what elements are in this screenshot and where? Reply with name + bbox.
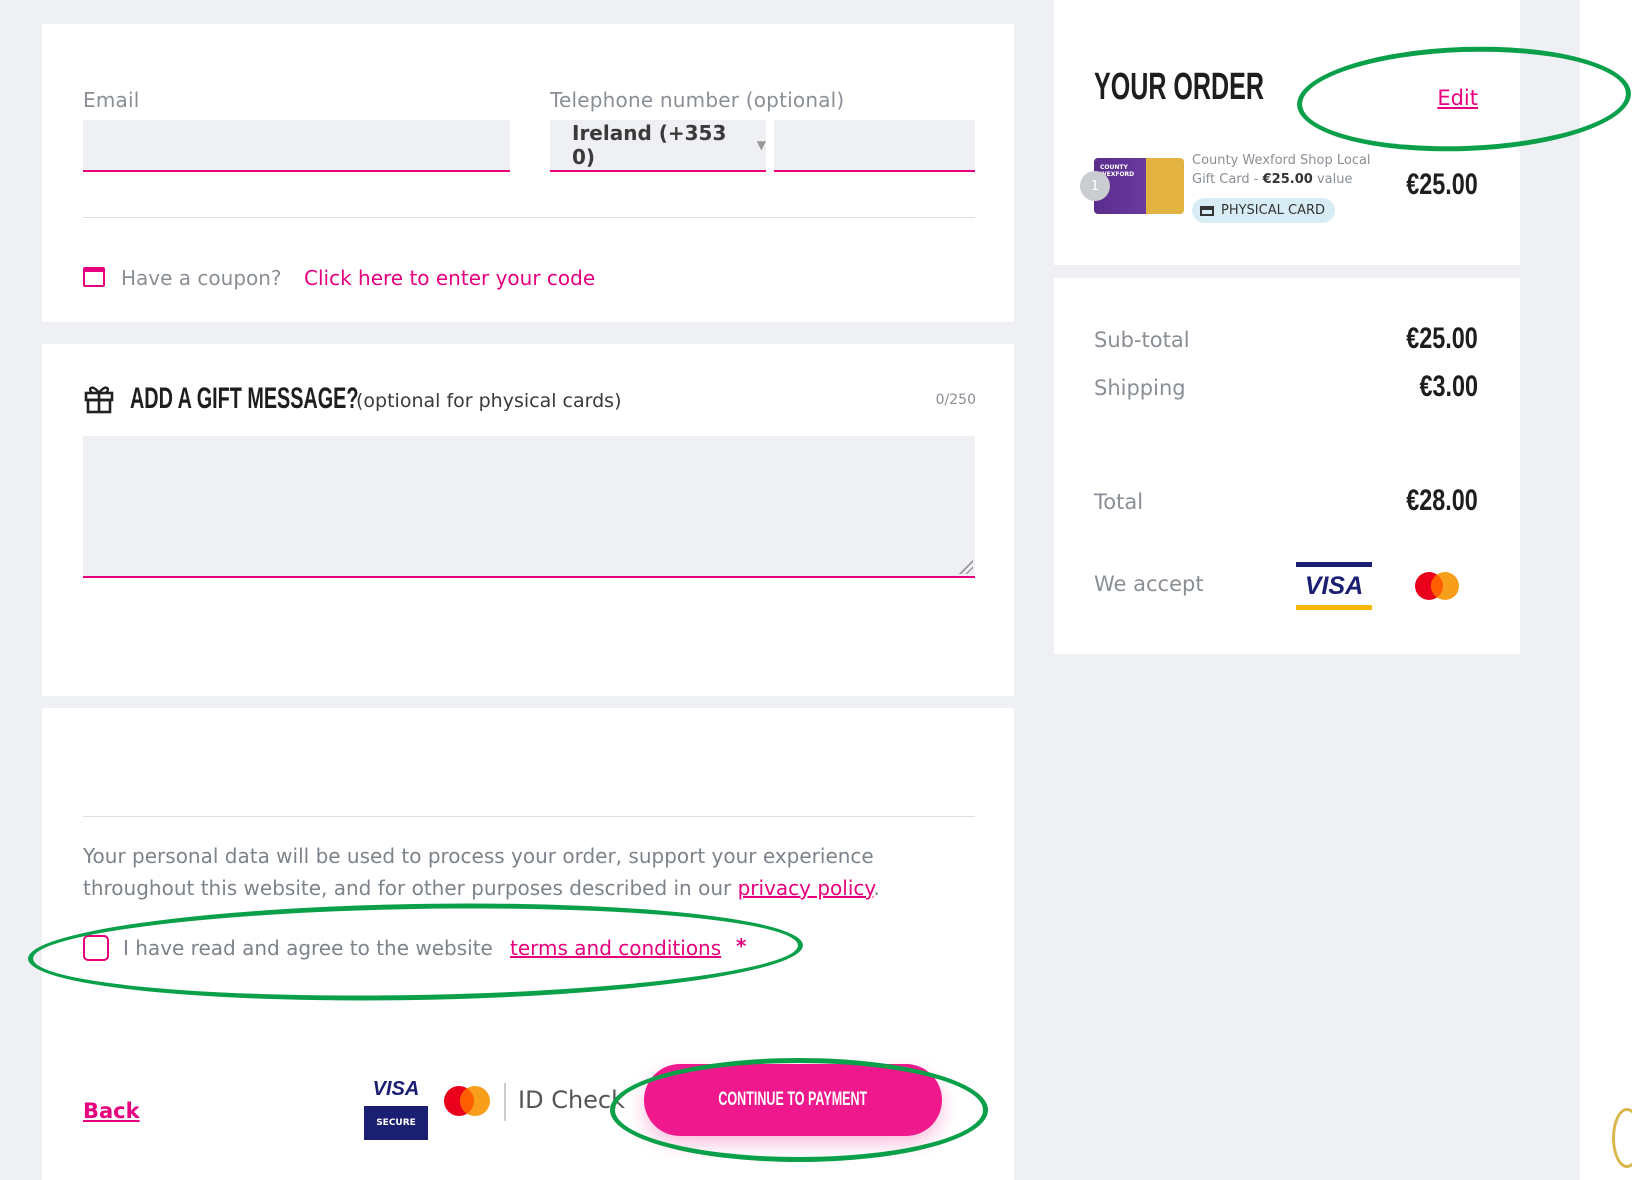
gift-icon <box>84 386 114 414</box>
total-label: Total <box>1094 490 1144 514</box>
terms-text: I have read and agree to the website <box>123 936 493 960</box>
quantity-badge: 1 <box>1080 171 1110 201</box>
terms-checkbox[interactable] <box>83 935 109 961</box>
continue-button-label: CONTINUE TO PAYMENT <box>718 1089 868 1110</box>
coupon-link[interactable]: Click here to enter your code <box>304 266 595 290</box>
id-check-label: ID Check <box>518 1086 626 1114</box>
item-price: €25.00 <box>1406 168 1478 201</box>
accept-label: We accept <box>1094 572 1204 596</box>
shipping-label: Shipping <box>1094 376 1186 400</box>
visa-secure-logo: VISA SECURE <box>364 1078 428 1140</box>
divider <box>83 217 975 218</box>
order-title: YOUR ORDER <box>1094 66 1265 108</box>
privacy-policy-link[interactable]: privacy policy <box>738 876 874 900</box>
coupon-icon <box>83 267 105 287</box>
character-counter: 0/250 <box>935 392 976 408</box>
phone-input[interactable] <box>774 120 975 172</box>
continue-to-payment-button[interactable]: CONTINUE TO PAYMENT <box>644 1064 942 1136</box>
card-icon <box>1200 205 1214 216</box>
edit-order-link[interactable]: Edit <box>1437 86 1478 110</box>
visa-logo: VISA <box>1296 562 1372 610</box>
physical-card-badge: PHYSICAL CARD <box>1192 198 1335 223</box>
divider <box>83 816 975 817</box>
required-mark: * <box>736 934 747 958</box>
item-name: County Wexford Shop Local Gift Card - €2… <box>1192 153 1371 187</box>
email-label: Email <box>83 88 140 112</box>
subtotal-label: Sub-total <box>1094 328 1190 352</box>
crest-logo <box>1612 1108 1632 1168</box>
mastercard-logo-icon <box>1415 572 1459 600</box>
back-link[interactable]: Back <box>83 1099 140 1123</box>
country-code-select[interactable]: Ireland (+353 0) ▼ <box>550 120 766 172</box>
shipping-value: €3.00 <box>1419 370 1478 403</box>
chevron-down-icon: ▼ <box>756 138 766 152</box>
contact-panel: Email Telephone number (optional) Irelan… <box>42 24 1014 322</box>
divider <box>504 1083 506 1121</box>
resize-handle-icon[interactable] <box>959 560 973 574</box>
gift-heading: ADD A GIFT MESSAGE? <box>130 382 359 415</box>
gift-message-textarea[interactable] <box>83 436 975 578</box>
coupon-prompt: Have a coupon? <box>121 266 282 290</box>
gift-subheading: (optional for physical cards) <box>356 390 622 412</box>
consent-panel: Your personal data will be used to proce… <box>42 708 1014 1180</box>
country-code-value: Ireland (+353 0) <box>572 121 727 169</box>
gift-message-panel: ADD A GIFT MESSAGE? (optional for physic… <box>42 344 1014 696</box>
privacy-notice: Your personal data will be used to proce… <box>83 844 880 900</box>
mastercard-logo-icon <box>444 1086 490 1116</box>
email-field[interactable] <box>83 120 510 172</box>
total-value: €28.00 <box>1406 484 1478 517</box>
terms-link[interactable]: terms and conditions <box>510 936 721 960</box>
phone-label: Telephone number (optional) <box>550 88 845 112</box>
order-panel: YOUR ORDER Edit COUNTY WEXFORD 1 County … <box>1054 0 1520 265</box>
summary-panel: Sub-total €25.00 Shipping €3.00 Total €2… <box>1054 278 1520 654</box>
subtotal-value: €25.00 <box>1406 322 1478 355</box>
